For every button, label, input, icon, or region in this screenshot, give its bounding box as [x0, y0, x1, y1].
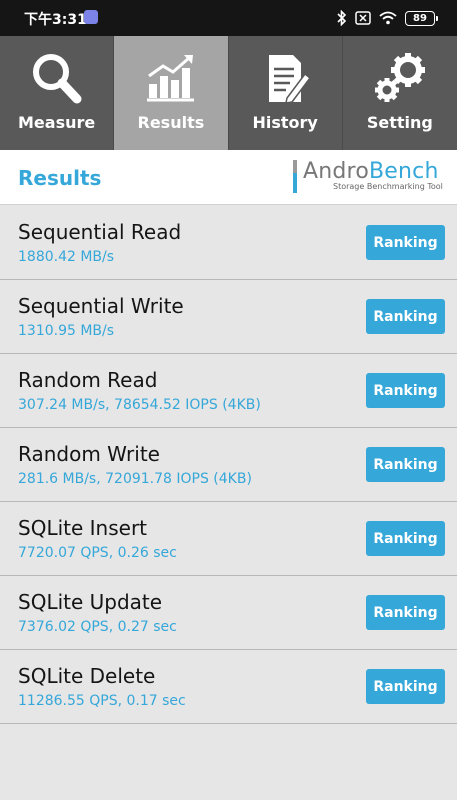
- ranking-button[interactable]: Ranking: [366, 521, 445, 556]
- battery-level: 89: [413, 12, 427, 24]
- androbench-logo: AndroBench Storage Benchmarking Tool: [293, 159, 448, 193]
- result-row-random-write: Random Write 281.6 MB/s, 72091.78 IOPS (…: [0, 428, 457, 502]
- logo-name-part2: Bench: [368, 159, 439, 184]
- bar-chart-icon: [146, 55, 194, 102]
- result-name: Sequential Read: [18, 220, 182, 244]
- result-name: Random Read: [18, 368, 158, 392]
- result-value: 307.24 MB/s, 78654.52 IOPS (4KB): [18, 397, 261, 413]
- status-bar: 下午3:31 89: [0, 0, 457, 36]
- result-row-sequential-write: Sequential Write 1310.95 MB/s Ranking: [0, 280, 457, 354]
- result-row-sqlite-insert: SQLite Insert 7720.07 QPS, 0.26 sec Rank…: [0, 502, 457, 576]
- magnifier-icon: [32, 54, 82, 104]
- tab-measure[interactable]: Measure: [0, 36, 115, 150]
- tab-label: History: [252, 113, 318, 132]
- result-row-sqlite-delete: SQLite Delete 11286.55 QPS, 0.17 sec Ran…: [0, 650, 457, 724]
- result-name: Random Write: [18, 442, 160, 466]
- tab-label: Setting: [366, 113, 433, 132]
- result-value: 7376.02 QPS, 0.27 sec: [18, 619, 177, 635]
- tab-label: Results: [137, 113, 205, 132]
- result-name: SQLite Update: [18, 590, 163, 614]
- document-pen-icon: [269, 55, 312, 104]
- logo-name: AndroBench: [303, 159, 439, 184]
- result-name: SQLite Delete: [18, 664, 156, 688]
- result-row-sequential-read: Sequential Read 1880.42 MB/s Ranking: [0, 206, 457, 280]
- ranking-button[interactable]: Ranking: [366, 447, 445, 482]
- page-title: Results: [18, 166, 102, 190]
- tab-setting[interactable]: Setting: [343, 36, 457, 150]
- ranking-button[interactable]: Ranking: [366, 595, 445, 630]
- bluetooth-icon: [337, 10, 347, 26]
- result-name: SQLite Insert: [18, 516, 148, 540]
- result-value: 281.6 MB/s, 72091.78 IOPS (4KB): [18, 471, 252, 487]
- logo-name-part1: Andro: [303, 159, 369, 184]
- status-icons: 89: [337, 8, 438, 28]
- ranking-button[interactable]: Ranking: [366, 669, 445, 704]
- ranking-button[interactable]: Ranking: [366, 373, 445, 408]
- results-list: Sequential Read 1880.42 MB/s Ranking Seq…: [0, 206, 457, 724]
- ranking-button[interactable]: Ranking: [366, 225, 445, 260]
- logo-bar-icon: [293, 160, 297, 193]
- result-row-random-read: Random Read 307.24 MB/s, 78654.52 IOPS (…: [0, 354, 457, 428]
- tab-results[interactable]: Results: [114, 36, 229, 150]
- wifi-icon: [379, 11, 397, 25]
- tab-bar: Measure Results History Setting: [0, 36, 457, 150]
- logo-subtitle: Storage Benchmarking Tool: [333, 182, 443, 191]
- result-value: 1310.95 MB/s: [18, 323, 115, 339]
- tab-history[interactable]: History: [229, 36, 343, 150]
- ranking-button[interactable]: Ranking: [366, 299, 445, 334]
- sim-off-icon: [355, 11, 371, 25]
- gears-icon: [374, 53, 425, 102]
- result-value: 7720.07 QPS, 0.26 sec: [18, 545, 177, 561]
- result-name: Sequential Write: [18, 294, 184, 318]
- battery-icon: 89: [405, 10, 438, 26]
- result-row-sqlite-update: SQLite Update 7376.02 QPS, 0.27 sec Rank…: [0, 576, 457, 650]
- result-value: 1880.42 MB/s: [18, 249, 115, 265]
- status-time: 下午3:31: [24, 12, 87, 28]
- result-value: 11286.55 QPS, 0.17 sec: [18, 693, 186, 709]
- app-notification-icon: [84, 10, 98, 24]
- tab-label: Measure: [18, 113, 96, 132]
